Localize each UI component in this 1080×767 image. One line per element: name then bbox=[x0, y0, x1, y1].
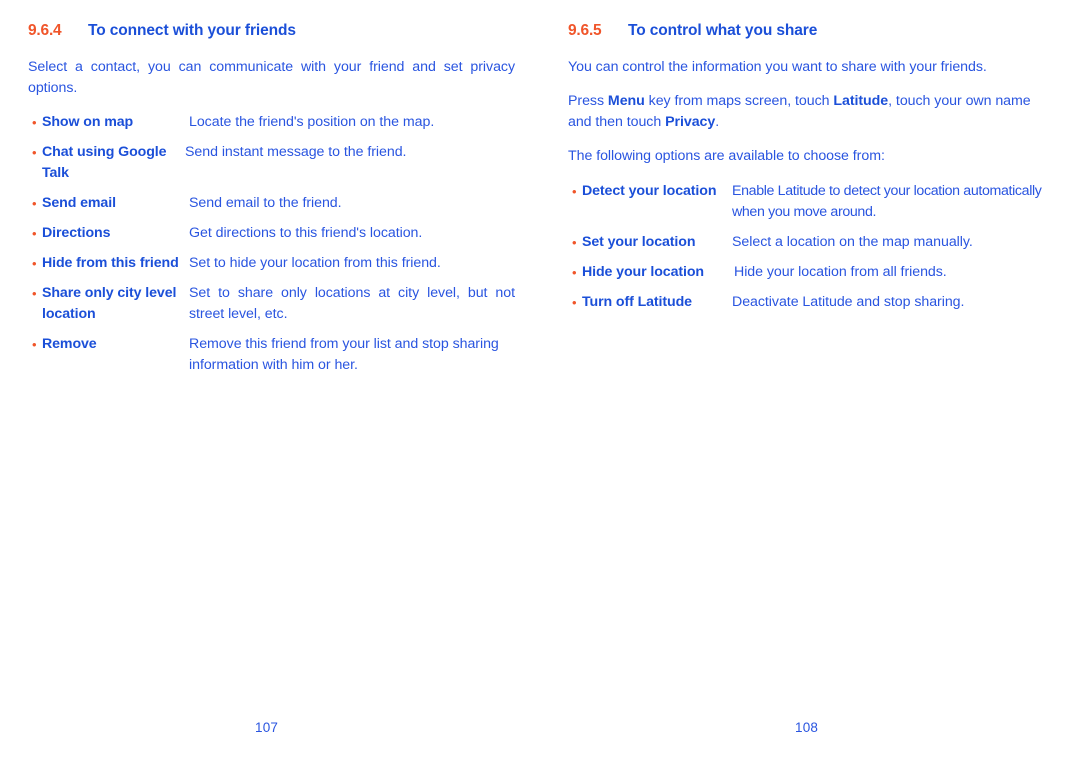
instruction-key-latitude: Latitude bbox=[833, 93, 889, 110]
option-term: Detect your location bbox=[582, 183, 717, 200]
option-term: Set your location bbox=[582, 234, 696, 251]
section-heading-965: 9.6.5 To control what you share bbox=[568, 22, 1055, 39]
page-right: 9.6.5 To control what you share You can … bbox=[540, 0, 1080, 767]
page-right-content: 9.6.5 To control what you share You can … bbox=[568, 22, 1055, 322]
list-item: • Turn off Latitude Deactivate Latitude … bbox=[568, 292, 1055, 313]
list-item: • Hide from this friend Set to hide your… bbox=[28, 253, 515, 274]
list-item: • Share only city level location Set to … bbox=[28, 283, 515, 325]
option-description: Locate the friend's position on the map. bbox=[189, 114, 435, 131]
bullet-dot-icon: • bbox=[32, 196, 37, 212]
option-description: Set to hide your location from this frie… bbox=[189, 255, 441, 272]
option-description: Select a location on the map manually. bbox=[732, 234, 973, 251]
option-term: Chat using Google Talk bbox=[42, 144, 167, 182]
option-description: Enable Latitude to detect your location … bbox=[732, 183, 1042, 221]
page-number: 108 bbox=[795, 720, 819, 735]
bullet-dot-icon: • bbox=[572, 295, 577, 311]
privacy-options-list: • Detect your location Enable Latitude t… bbox=[568, 181, 1055, 313]
option-term: Hide your location bbox=[582, 264, 704, 281]
instruction-text-4: . bbox=[715, 114, 720, 131]
bullet-dot-icon: • bbox=[32, 286, 37, 302]
option-term: Directions bbox=[42, 225, 111, 242]
section-number: 9.6.5 bbox=[568, 22, 602, 39]
instruction-text-1: Press bbox=[568, 93, 608, 110]
bullet-dot-icon: • bbox=[32, 256, 37, 272]
list-item: • Remove Remove this friend from your li… bbox=[28, 334, 515, 376]
page-left-content: 9.6.4 To connect with your friends Selec… bbox=[28, 22, 515, 385]
bullet-dot-icon: • bbox=[32, 337, 37, 353]
list-item: • Send email Send email to the friend. bbox=[28, 193, 515, 214]
option-term: Send email bbox=[42, 195, 116, 212]
bullet-dot-icon: • bbox=[32, 115, 37, 131]
page-left: 9.6.4 To connect with your friends Selec… bbox=[0, 0, 540, 767]
option-term: Share only city level location bbox=[42, 285, 177, 323]
intro-paragraph: You can control the information you want… bbox=[568, 59, 987, 76]
option-description: Remove this friend from your list and st… bbox=[189, 336, 499, 374]
option-term: Remove bbox=[42, 336, 97, 353]
section-title: To connect with your friends bbox=[88, 22, 296, 39]
bullet-dot-icon: • bbox=[32, 145, 37, 161]
list-item: • Chat using Google Talk Send instant me… bbox=[28, 142, 515, 184]
list-item: • Directions Get directions to this frie… bbox=[28, 223, 515, 244]
section-heading-964: 9.6.4 To connect with your friends bbox=[28, 22, 515, 39]
bullet-dot-icon: • bbox=[32, 226, 37, 242]
friend-options-list: • Show on map Locate the friend's positi… bbox=[28, 112, 515, 376]
page-number: 107 bbox=[255, 720, 279, 735]
manual-spread: 9.6.4 To connect with your friends Selec… bbox=[0, 0, 1080, 767]
section-number: 9.6.4 bbox=[28, 22, 62, 39]
instruction-key-menu: Menu bbox=[607, 93, 645, 110]
options-lead-paragraph: The following options are available to c… bbox=[568, 148, 885, 165]
instruction-paragraph: Press Menu key from maps screen, touch L… bbox=[568, 91, 1055, 133]
instruction-key-privacy: Privacy bbox=[665, 114, 716, 131]
option-term: Hide from this friend bbox=[42, 255, 179, 272]
list-item: • Show on map Locate the friend's positi… bbox=[28, 112, 515, 133]
option-description: Deactivate Latitude and stop sharing. bbox=[732, 294, 965, 311]
option-term: Show on map bbox=[42, 114, 134, 131]
list-item: • Detect your location Enable Latitude t… bbox=[568, 181, 1055, 223]
intro-paragraph: Select a contact, you can communicate wi… bbox=[28, 59, 515, 97]
bullet-dot-icon: • bbox=[572, 265, 577, 281]
option-description: Get directions to this friend's location… bbox=[189, 225, 423, 242]
option-term: Turn off Latitude bbox=[582, 294, 692, 311]
list-item: • Hide your location Hide your location … bbox=[568, 262, 1055, 283]
option-description: Send instant message to the friend. bbox=[185, 144, 407, 161]
option-description: Send email to the friend. bbox=[189, 195, 342, 212]
bullet-dot-icon: • bbox=[572, 184, 577, 200]
instruction-text-2: key from maps screen, touch bbox=[644, 93, 834, 110]
bullet-dot-icon: • bbox=[572, 235, 577, 251]
option-description: Set to share only locations at city leve… bbox=[189, 285, 515, 323]
list-item: • Set your location Select a location on… bbox=[568, 232, 1055, 253]
section-title: To control what you share bbox=[628, 22, 818, 39]
option-description: Hide your location from all friends. bbox=[734, 264, 947, 281]
